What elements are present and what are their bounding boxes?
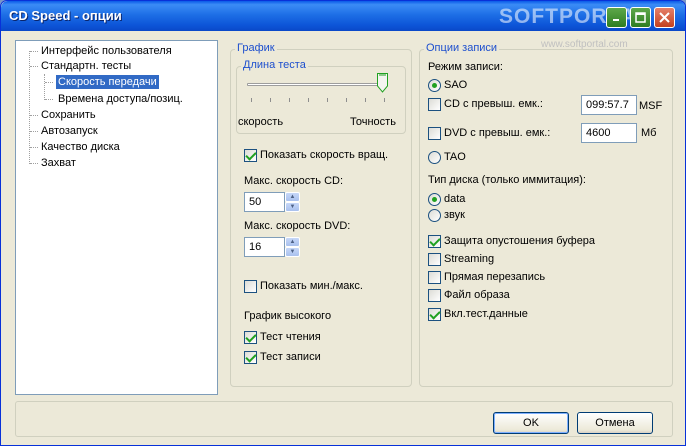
tree-item-interface[interactable]: Интерфейс пользователя <box>41 44 172 58</box>
tree-connector <box>30 66 38 67</box>
sao-label: SAO <box>444 79 468 91</box>
tree-item-transfer-rate[interactable]: Скорость передачи <box>56 75 159 89</box>
slider-tick <box>384 98 385 102</box>
max-cd-input[interactable]: 50 <box>244 192 285 212</box>
dvd-overburn-label: DVD с превыш. емк.: <box>444 127 551 139</box>
options-window: CD Speed - опции SOFTPORTAL www.softport… <box>0 0 686 446</box>
tree-connector <box>44 74 45 100</box>
streaming-checkbox[interactable] <box>428 253 441 266</box>
tao-radio[interactable] <box>428 151 441 164</box>
image-file-label: Файл образа <box>444 289 510 301</box>
maximize-button[interactable] <box>630 7 651 28</box>
show-minmax-checkbox[interactable] <box>244 280 257 293</box>
title-bar[interactable]: CD Speed - опции SOFTPORTAL <box>1 1 685 31</box>
watermark-logo: SOFTPORTAL <box>499 5 650 28</box>
data-radio[interactable] <box>428 193 441 206</box>
tree-connector <box>30 163 38 164</box>
tree-connector <box>45 99 53 100</box>
slider-right-label: Точность <box>350 116 396 128</box>
slider-tick <box>289 98 290 102</box>
cd-overburn-label: CD с превыш. емк.: <box>444 98 543 110</box>
dvd-overburn-checkbox[interactable] <box>428 127 441 140</box>
slider-left-label: скорость <box>238 116 284 128</box>
cd-overburn-checkbox[interactable] <box>428 98 441 111</box>
streaming-label: Streaming <box>444 253 495 265</box>
tree-item-standard-tests[interactable]: Стандартн. тесты <box>41 59 131 73</box>
buffer-protect-checkbox[interactable] <box>428 235 441 248</box>
data-label: data <box>444 193 466 205</box>
high-graph-label: График высокого <box>244 310 332 322</box>
test-length-slider-thumb[interactable] <box>377 73 388 93</box>
close-icon <box>659 12 670 23</box>
graph-group-title: График <box>235 42 277 54</box>
tree-connector <box>30 147 38 148</box>
options-tree[interactable]: Интерфейс пользователя Стандартн. тесты … <box>15 40 218 395</box>
show-minmax-label: Показать мин./макс. <box>260 280 363 292</box>
tree-item-disc-quality[interactable]: Качество диска <box>41 140 120 154</box>
slider-tick <box>346 98 347 102</box>
tree-connector <box>45 82 53 83</box>
dvd-overburn-input[interactable]: 4600 <box>581 123 637 143</box>
direct-overwrite-label: Прямая перезапись <box>444 271 546 283</box>
cancel-button[interactable]: Отмена <box>577 412 653 434</box>
slider-tick <box>270 98 271 102</box>
tree-connector <box>30 115 38 116</box>
test-length-slider-track[interactable] <box>247 83 388 86</box>
cd-overburn-unit: MSF <box>639 100 663 112</box>
buffer-protect-label: Защита опустошения буфера <box>444 235 596 247</box>
button-panel <box>15 401 673 437</box>
spin-up-icon[interactable]: ▲ <box>285 237 300 247</box>
disc-type-label: Тип диска (только иммитация): <box>428 174 586 186</box>
sound-label: звук <box>444 209 465 221</box>
tao-label: TAO <box>444 151 466 163</box>
test-read-checkbox[interactable] <box>244 331 257 344</box>
tree-item-access-times[interactable]: Времена доступа/позиц. <box>58 92 183 106</box>
max-dvd-input[interactable]: 16 <box>244 237 285 257</box>
dvd-overburn-unit: Мб <box>641 127 657 139</box>
max-cd-spinner[interactable]: ▲ ▼ <box>285 192 300 212</box>
tree-item-capture[interactable]: Захват <box>41 156 76 170</box>
direct-overwrite-checkbox[interactable] <box>428 271 441 284</box>
test-write-label: Тест записи <box>260 351 321 363</box>
minimize-icon <box>613 19 619 21</box>
slider-tick <box>308 98 309 102</box>
test-data-label: Вкл.тест.данные <box>444 308 528 320</box>
sao-radio[interactable] <box>428 79 441 92</box>
maximize-icon <box>635 12 646 23</box>
test-data-checkbox[interactable] <box>428 308 441 321</box>
spin-down-icon[interactable]: ▼ <box>285 247 300 257</box>
image-file-checkbox[interactable] <box>428 289 441 302</box>
show-rotation-label: Показать скорость вращ. <box>260 149 389 161</box>
test-read-label: Тест чтения <box>260 331 321 343</box>
ok-button[interactable]: OK <box>493 412 569 434</box>
max-dvd-spinner[interactable]: ▲ ▼ <box>285 237 300 257</box>
sound-radio[interactable] <box>428 209 441 222</box>
slider-tick <box>327 98 328 102</box>
tree-connector <box>30 131 38 132</box>
slider-tick <box>365 98 366 102</box>
spin-up-icon[interactable]: ▲ <box>285 192 300 202</box>
minimize-button[interactable] <box>606 7 627 28</box>
tree-connector <box>30 51 38 52</box>
show-rotation-checkbox[interactable] <box>244 149 257 162</box>
cd-overburn-input[interactable]: 099:57.7 <box>581 95 637 115</box>
tree-item-autorun[interactable]: Автозапуск <box>41 124 98 138</box>
max-cd-label: Макс. скорость CD: <box>244 175 344 187</box>
write-options-title: Опции записи <box>424 42 500 54</box>
spin-down-icon[interactable]: ▼ <box>285 202 300 212</box>
window-title: CD Speed - опции <box>9 8 122 23</box>
close-button[interactable] <box>654 7 675 28</box>
test-length-title: Длина теста <box>241 59 308 71</box>
max-dvd-label: Макс. скорость DVD: <box>244 220 351 232</box>
slider-tick <box>251 98 252 102</box>
tree-item-save[interactable]: Сохранить <box>41 108 96 122</box>
test-write-checkbox[interactable] <box>244 351 257 364</box>
write-mode-label: Режим записи: <box>428 61 503 73</box>
